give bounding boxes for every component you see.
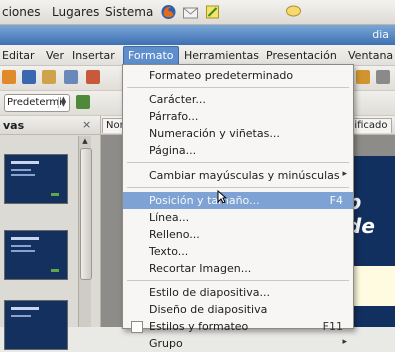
menu-item-label: Cambiar mayúsculas y minúsculas	[149, 169, 340, 182]
slide-thumbnail[interactable]	[4, 154, 68, 204]
style-combo[interactable]: Predetermi ▲ ▼	[4, 94, 70, 112]
new-icon[interactable]	[2, 70, 16, 84]
window-titlebar[interactable]: dia	[0, 25, 395, 45]
checkbox-icon	[131, 321, 143, 333]
slides-pane-header: vas ×	[0, 116, 100, 135]
menu-ventana[interactable]: Ventana	[348, 49, 393, 62]
mail-icon[interactable]	[182, 4, 199, 20]
menu-item-caracter[interactable]: Carácter...	[123, 91, 353, 108]
panel-menu-applications[interactable]: ciones	[2, 5, 41, 19]
chevron-updown-icon: ▲ ▼	[58, 96, 68, 108]
menubar: Editar Ver Insertar Formato Herramientas…	[0, 45, 395, 66]
slide-layout-icon[interactable]	[76, 95, 90, 109]
menu-item-parrafo[interactable]: Párrafo...	[123, 108, 353, 125]
menu-item-diseno-diapositiva[interactable]: Diseño de diapositiva	[123, 301, 353, 318]
menu-item-linea[interactable]: Línea...	[123, 209, 353, 226]
menu-item-pagina[interactable]: Página...	[123, 142, 353, 159]
menu-editar[interactable]: Editar	[2, 49, 35, 62]
panel-menu-system[interactable]: Sistema	[105, 5, 153, 19]
scrollbar-thumb[interactable]	[80, 148, 92, 280]
panel-menu-places[interactable]: Lugares	[52, 5, 99, 19]
menu-item-label: Formateo predeterminado	[149, 69, 294, 82]
menu-item-posicion-tamano[interactable]: Posición y tamaño... F4	[123, 192, 353, 209]
export-pdf-icon[interactable]	[86, 70, 100, 84]
close-icon[interactable]: ×	[82, 118, 91, 131]
menu-item-shortcut: F4	[329, 194, 343, 207]
edit-file-icon[interactable]	[64, 70, 78, 84]
menu-item-cambiar-mayusculas[interactable]: Cambiar mayúsculas y minúsculas ▸	[123, 167, 353, 184]
style-combo-value: Predetermi	[7, 97, 62, 108]
menu-item-label: Párrafo...	[149, 110, 199, 123]
save-icon[interactable]	[22, 70, 36, 84]
menu-item-relleno[interactable]: Relleno...	[123, 226, 353, 243]
slides-pane: vas × ▲	[0, 116, 101, 350]
mouse-pointer-icon	[217, 190, 227, 204]
slide-table[interactable]	[351, 266, 395, 306]
menu-item-formateo-predeterminado[interactable]: Formateo predeterminado	[123, 67, 353, 84]
slide-title-text[interactable]: p de	[347, 190, 395, 238]
menu-item-label: Página...	[149, 144, 197, 157]
menu-item-grupo[interactable]: Grupo ▸	[123, 335, 353, 352]
menu-presentacion[interactable]: Presentación	[266, 49, 337, 62]
menu-item-label: Grupo	[149, 337, 183, 350]
submenu-arrow-icon: ▸	[342, 337, 347, 347]
menu-separator	[127, 87, 349, 88]
format-menu: Formateo predeterminado Carácter... Párr…	[122, 64, 354, 350]
menu-item-texto[interactable]: Texto...	[123, 243, 353, 260]
table-icon[interactable]	[376, 70, 390, 84]
email-icon[interactable]	[42, 70, 56, 84]
scroll-up-icon[interactable]: ▲	[80, 136, 90, 146]
menu-ver[interactable]: Ver	[46, 49, 64, 62]
menu-item-label: Posición y tamaño...	[149, 194, 260, 207]
menu-separator	[127, 187, 349, 188]
slide-thumbnail[interactable]	[4, 300, 68, 350]
menu-formato[interactable]: Formato	[123, 46, 179, 65]
menu-separator	[127, 162, 349, 163]
slide-thumbnail[interactable]	[4, 230, 68, 280]
menu-item-recortar-imagen[interactable]: Recortar Imagen...	[123, 260, 353, 277]
window-title: dia	[372, 28, 389, 41]
menu-separator	[127, 280, 349, 281]
chart-icon[interactable]	[356, 70, 370, 84]
top-panel: ciones Lugares Sistema	[0, 0, 395, 25]
menu-herramientas[interactable]: Herramientas	[184, 49, 259, 62]
menu-item-label: Carácter...	[149, 93, 206, 106]
menu-item-label: Diseño de diapositiva	[149, 303, 268, 316]
slides-pane-title: vas	[3, 119, 25, 132]
menu-item-estilo-diapositiva[interactable]: Estilo de diapositiva...	[123, 284, 353, 301]
menu-item-label: Línea...	[149, 211, 190, 224]
slides-scrollbar[interactable]: ▲	[78, 136, 92, 327]
submenu-arrow-icon: ▸	[342, 169, 347, 179]
menu-item-label: Numeración y viñetas...	[149, 127, 280, 140]
chat-bubble-icon[interactable]	[285, 4, 302, 20]
menu-item-label: Estilo de diapositiva...	[149, 286, 270, 299]
menu-item-label: Relleno...	[149, 228, 200, 241]
notes-icon[interactable]	[204, 4, 221, 20]
menu-item-label: Texto...	[149, 245, 189, 258]
menu-item-numeracion[interactable]: Numeración y viñetas...	[123, 125, 353, 142]
firefox-icon[interactable]	[160, 4, 177, 20]
menu-item-label: Recortar Imagen...	[149, 262, 252, 275]
menu-insertar[interactable]: Insertar	[72, 49, 115, 62]
